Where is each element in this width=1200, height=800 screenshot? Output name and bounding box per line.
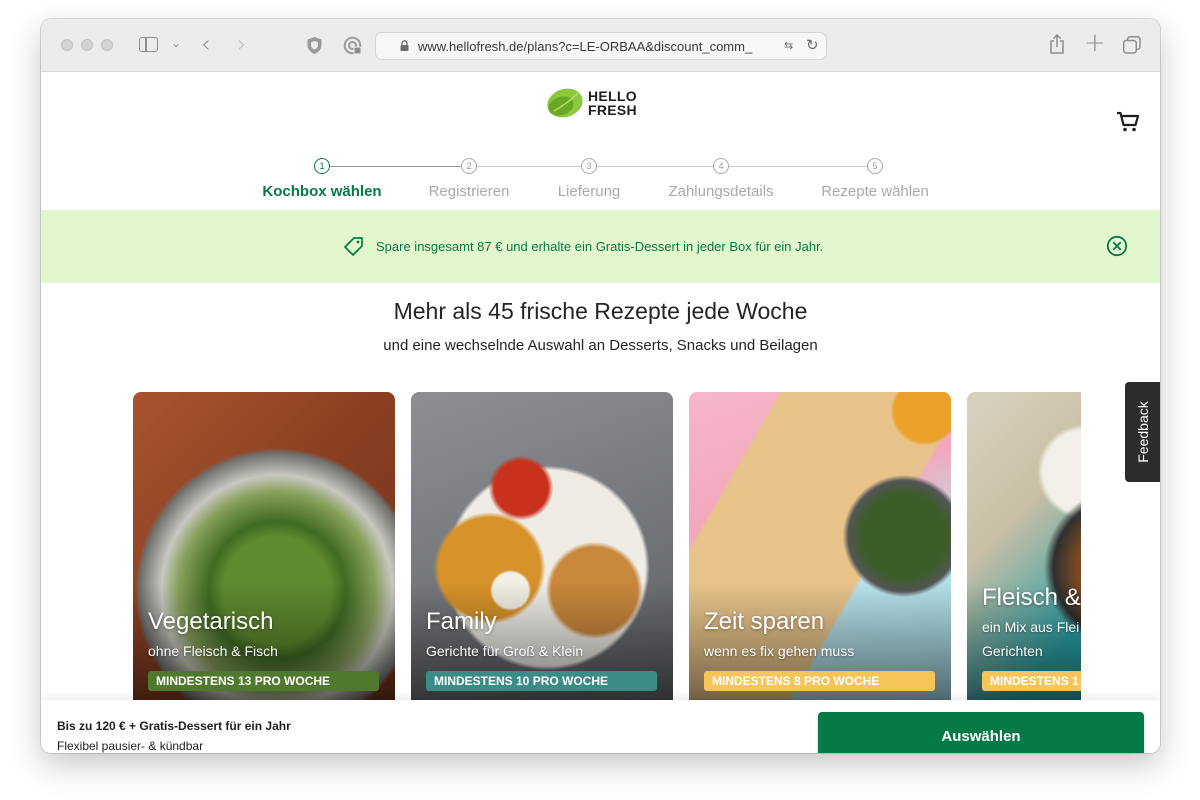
plan-card-zeit-sparen[interactable]: Zeit sparen wenn es fix gehen muss MINDE… xyxy=(689,392,951,700)
logo-text-hello: HELLO xyxy=(588,88,637,104)
back-arrow-icon[interactable]: ‹ xyxy=(201,30,211,58)
lime-logo-icon xyxy=(547,88,583,118)
chevron-down-icon[interactable]: ⌄ xyxy=(171,36,181,50)
lock-icon xyxy=(400,40,409,51)
step-3-indicator: 3 xyxy=(581,158,597,174)
select-plan-button[interactable]: Auswählen xyxy=(818,712,1144,753)
step-connector xyxy=(477,166,581,167)
plan-subtitle-line2: Gerichten xyxy=(982,643,1043,659)
page-content: HELLO FRESH 1 2 3 4 5 Kochbox wählen Reg… xyxy=(41,73,1160,753)
step-connector xyxy=(729,166,867,167)
page-title: Mehr als 45 frische Rezepte jede Woche xyxy=(393,298,808,324)
minimize-window-button[interactable] xyxy=(81,39,93,51)
shopping-cart-icon[interactable] xyxy=(1116,111,1140,133)
sidebar-icon[interactable] xyxy=(139,37,158,52)
plan-title: Vegetarisch xyxy=(148,608,274,635)
hellofresh-logo[interactable]: HELLO FRESH xyxy=(545,85,645,121)
plan-subtitle: ein Mix aus Flei xyxy=(982,619,1080,635)
step-4-indicator: 4 xyxy=(713,158,729,174)
zoom-window-button[interactable] xyxy=(101,39,113,51)
logo-text-fresh: FRESH xyxy=(588,102,637,118)
shield-icon[interactable] xyxy=(306,36,323,55)
feedback-tab[interactable]: Feedback xyxy=(1125,382,1160,482)
new-tab-icon[interactable]: + xyxy=(1084,28,1106,58)
plan-title: Family xyxy=(426,608,497,635)
price-tag-icon xyxy=(344,237,363,256)
share-icon[interactable] xyxy=(1049,33,1065,55)
promo-text: Spare insgesamt 87 € und erhalte ein Gra… xyxy=(376,239,824,254)
page-subtitle: und eine wechselnde Auswahl an Desserts,… xyxy=(383,337,818,354)
step-3-label: Lieferung xyxy=(557,183,621,200)
close-circle-icon[interactable] xyxy=(1106,235,1128,257)
privacy-report-icon[interactable] xyxy=(343,36,362,55)
step-connector xyxy=(597,166,713,167)
plan-badge: MINDESTENS 10 PRO WOCHE xyxy=(426,671,657,691)
sticky-bottom-bar: Bis zu 120 € + Gratis-Dessert für ein Ja… xyxy=(41,700,1160,753)
checkout-stepper: 1 2 3 4 5 Kochbox wählen Registrieren Li… xyxy=(41,155,1160,200)
plan-subtitle: Gerichte für Groß & Klein xyxy=(426,643,584,659)
step-1-label: Kochbox wählen xyxy=(262,183,382,200)
feedback-label: Feedback xyxy=(1135,401,1151,463)
plan-card-fleisch[interactable]: Fleisch & ein Mix aus Flei Gerichten MIN… xyxy=(967,392,1081,700)
plan-subtitle: ohne Fleisch & Fisch xyxy=(148,643,278,659)
plan-card-vegetarisch[interactable]: Vegetarisch ohne Fleisch & Fisch MINDEST… xyxy=(133,392,395,700)
step-5-indicator: 5 xyxy=(867,158,883,174)
offer-subtitle: Flexibel pausier- & kündbar xyxy=(57,739,204,753)
plan-badge: MINDESTENS 8 PRO WOCHE xyxy=(704,671,935,691)
step-4-label: Zahlungsdetails xyxy=(668,183,774,200)
offer-title: Bis zu 120 € + Gratis-Dessert für ein Ja… xyxy=(57,719,291,733)
step-1-indicator: 1 xyxy=(314,158,330,174)
step-5-label: Rezepte wählen xyxy=(821,183,929,200)
browser-toolbar: ⌄ ‹ › www.hellofresh.de/plans?c=LE-ORBAA… xyxy=(41,19,1160,72)
tab-overview-icon[interactable] xyxy=(1123,36,1141,54)
plan-card-family[interactable]: Family Gerichte für Groß & Klein MINDEST… xyxy=(411,392,673,700)
plan-subtitle: wenn es fix gehen muss xyxy=(704,643,855,659)
plan-title: Fleisch & xyxy=(982,584,1081,611)
address-bar[interactable]: www.hellofresh.de/plans?c=LE-ORBAA&disco… xyxy=(375,32,827,60)
url-text[interactable]: www.hellofresh.de/plans?c=LE-ORBAA&disco… xyxy=(418,39,768,54)
plan-title: Zeit sparen xyxy=(704,608,825,635)
plan-badge: MINDESTENS 13 PRO WOCHE xyxy=(148,671,379,691)
reload-icon[interactable]: ↻ xyxy=(806,36,819,54)
promo-banner: Spare insgesamt 87 € und erhalte ein Gra… xyxy=(41,210,1160,283)
close-window-button[interactable] xyxy=(61,39,73,51)
plan-carousel: Vegetarisch ohne Fleisch & Fisch MINDEST… xyxy=(133,392,1081,700)
plan-badge: MINDESTENS 1 xyxy=(982,671,1081,691)
logo-text: HELLO FRESH xyxy=(588,89,637,117)
step-connector xyxy=(330,166,461,167)
browser-window: ⌄ ‹ › www.hellofresh.de/plans?c=LE-ORBAA… xyxy=(41,19,1160,753)
step-2-indicator: 2 xyxy=(461,158,477,174)
translate-icon[interactable]: ⇆ xyxy=(784,39,793,52)
step-2-label: Registrieren xyxy=(428,183,510,200)
forward-arrow-icon[interactable]: › xyxy=(237,30,247,58)
